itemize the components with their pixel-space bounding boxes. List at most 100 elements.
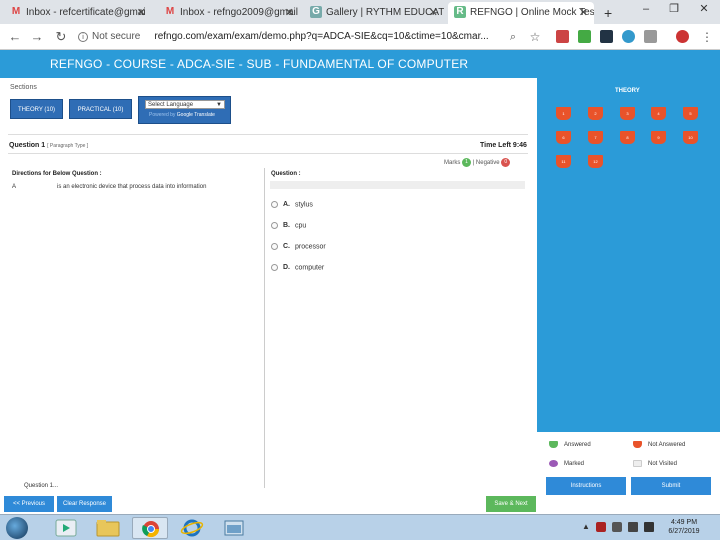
- paragraph-text: is an electronic device that process dat…: [57, 184, 207, 190]
- browser-tab-gmail-2[interactable]: M Inbox - refngo2009@gmail ✕: [158, 2, 300, 24]
- palette-question-12[interactable]: 12: [588, 155, 603, 168]
- palette-question-6[interactable]: 6: [556, 131, 571, 144]
- tab-title: Inbox - refngo2009@gmail: [180, 7, 298, 18]
- chrome-icon[interactable]: [132, 517, 168, 539]
- negative-label: | Negative: [472, 160, 500, 167]
- option-a[interactable]: A. stylus: [271, 201, 313, 208]
- tray-expand-icon[interactable]: ▲: [582, 522, 592, 532]
- tab-title: Inbox - refcertificate@gmai: [26, 7, 146, 18]
- palette-question-9[interactable]: 9: [651, 131, 666, 144]
- back-icon[interactable]: ←: [6, 28, 24, 46]
- close-icon[interactable]: ✕: [579, 2, 588, 24]
- browser-tab-refngo[interactable]: R REFNGO | Online Mock Tes ✕: [448, 2, 594, 24]
- option-c[interactable]: C. processor: [271, 243, 326, 250]
- option-radio[interactable]: [271, 222, 278, 229]
- bookmark-star-icon[interactable]: ☆: [526, 28, 544, 46]
- palette-question-7[interactable]: 7: [588, 131, 603, 144]
- refngo-icon: R: [454, 6, 466, 19]
- option-text: stylus: [295, 201, 313, 209]
- time-left: Time Left 9:46: [480, 142, 527, 149]
- extension-blue-icon[interactable]: [622, 30, 635, 43]
- palette-question-3[interactable]: 3: [620, 107, 635, 120]
- close-icon[interactable]: ✕: [285, 2, 294, 24]
- restore-icon[interactable]: ❐: [660, 0, 688, 18]
- option-text: computer: [295, 264, 325, 272]
- action-bar: << Previous Clear Response Save & Next: [0, 494, 537, 514]
- extension-mail-icon[interactable]: [556, 30, 569, 43]
- clear-response-button[interactable]: Clear Response: [57, 496, 112, 512]
- language-select[interactable]: Select Language ▼: [145, 100, 225, 109]
- main-panel: Sections THEORY (10) PRACTICAL (10) Sele…: [0, 78, 537, 494]
- minimize-icon[interactable]: –: [632, 0, 660, 18]
- volume-icon[interactable]: [644, 522, 654, 532]
- url-input[interactable]: i Not secure refngo.com/exam/exam/demo.php…: [78, 27, 538, 47]
- option-letter: C.: [283, 243, 290, 251]
- palette-question-2[interactable]: 2: [588, 107, 603, 120]
- tab-title: REFNGO | Online Mock Tes: [470, 7, 594, 18]
- forward-icon[interactable]: →: [28, 28, 46, 46]
- close-icon[interactable]: ✕: [137, 2, 146, 24]
- not-answered-icon: [633, 441, 642, 448]
- reload-icon[interactable]: ↻: [52, 28, 70, 46]
- previous-button[interactable]: << Previous: [4, 496, 54, 512]
- submit-button[interactable]: Submit: [631, 477, 711, 495]
- powered-by-label: Powered by: [149, 112, 176, 118]
- palette-question-5[interactable]: 5: [683, 107, 698, 120]
- tray-app-icon[interactable]: [596, 522, 606, 532]
- zoom-icon[interactable]: ⌕: [504, 28, 522, 46]
- translate-link[interactable]: Translate: [194, 112, 215, 118]
- save-next-button[interactable]: Save & Next: [486, 496, 536, 512]
- palette-question-4[interactable]: 4: [651, 107, 666, 120]
- file-explorer-icon[interactable]: [90, 517, 126, 539]
- paragraph-letter: A: [12, 184, 17, 190]
- info-icon[interactable]: i: [78, 32, 88, 42]
- marks-info: Marks 1 | Negative 0: [444, 158, 511, 167]
- security-label: Not secure: [92, 31, 141, 42]
- extension-dark-icon[interactable]: [600, 30, 613, 43]
- network-icon[interactable]: [628, 522, 638, 532]
- option-radio[interactable]: [271, 264, 278, 271]
- extension-grey-icon[interactable]: [644, 30, 657, 43]
- close-icon[interactable]: ✕: [429, 2, 438, 24]
- divider: [8, 134, 528, 135]
- browser-tab-gmail-1[interactable]: M Inbox - refcertificate@gmai ✕: [4, 2, 152, 24]
- palette-question-11[interactable]: 11: [556, 155, 571, 168]
- instructions-button[interactable]: Instructions: [546, 477, 626, 495]
- legend-label: Marked: [564, 461, 585, 468]
- start-button[interactable]: [6, 517, 28, 539]
- gmail-icon: M: [11, 6, 21, 18]
- option-radio[interactable]: [271, 201, 278, 208]
- option-b[interactable]: B. cpu: [271, 222, 306, 229]
- option-radio[interactable]: [271, 243, 278, 250]
- marks-badge: 1: [462, 158, 472, 167]
- directions-title: Directions for Below Question :: [12, 171, 102, 177]
- extension-green-icon[interactable]: [578, 30, 591, 43]
- section-practical-button[interactable]: PRACTICAL (10): [69, 99, 132, 119]
- question-header: Question 1 [ Paragraph Type ]: [9, 142, 88, 149]
- internet-explorer-icon[interactable]: [174, 517, 210, 539]
- palette-question-10[interactable]: 10: [683, 131, 698, 144]
- next-question-label: Question 1...: [24, 483, 59, 489]
- question-title: Question :: [271, 171, 301, 177]
- question-text-box: [270, 181, 525, 189]
- window-close-icon[interactable]: ✕: [690, 0, 718, 18]
- media-player-icon[interactable]: [48, 517, 84, 539]
- column-divider: [264, 168, 265, 488]
- section-theory-button[interactable]: THEORY (10): [10, 99, 63, 119]
- profile-avatar[interactable]: [676, 30, 689, 43]
- option-letter: A.: [283, 201, 290, 209]
- option-text: processor: [295, 243, 326, 251]
- legend-label: Not Answered: [648, 442, 686, 449]
- menu-dots-icon[interactable]: ⋮: [698, 28, 716, 46]
- system-clock[interactable]: 4:49 PM 6/27/2019: [660, 518, 708, 536]
- palette-question-1[interactable]: 1: [556, 107, 571, 120]
- chevron-down-icon: ▼: [216, 102, 222, 108]
- option-d[interactable]: D. computer: [271, 264, 324, 271]
- palette-question-8[interactable]: 8: [620, 131, 635, 144]
- new-tab-button[interactable]: +: [598, 2, 616, 24]
- legend-not-answered: Not Answered: [633, 441, 685, 448]
- app-window-icon[interactable]: [216, 517, 252, 539]
- action-center-icon[interactable]: [612, 522, 622, 532]
- address-bar: ← → ↻ i Not secure refngo.com/exam/exam/de…: [0, 24, 720, 50]
- browser-tab-gallery[interactable]: G Gallery | RYTHM EDUCATIO ✕: [304, 2, 444, 24]
